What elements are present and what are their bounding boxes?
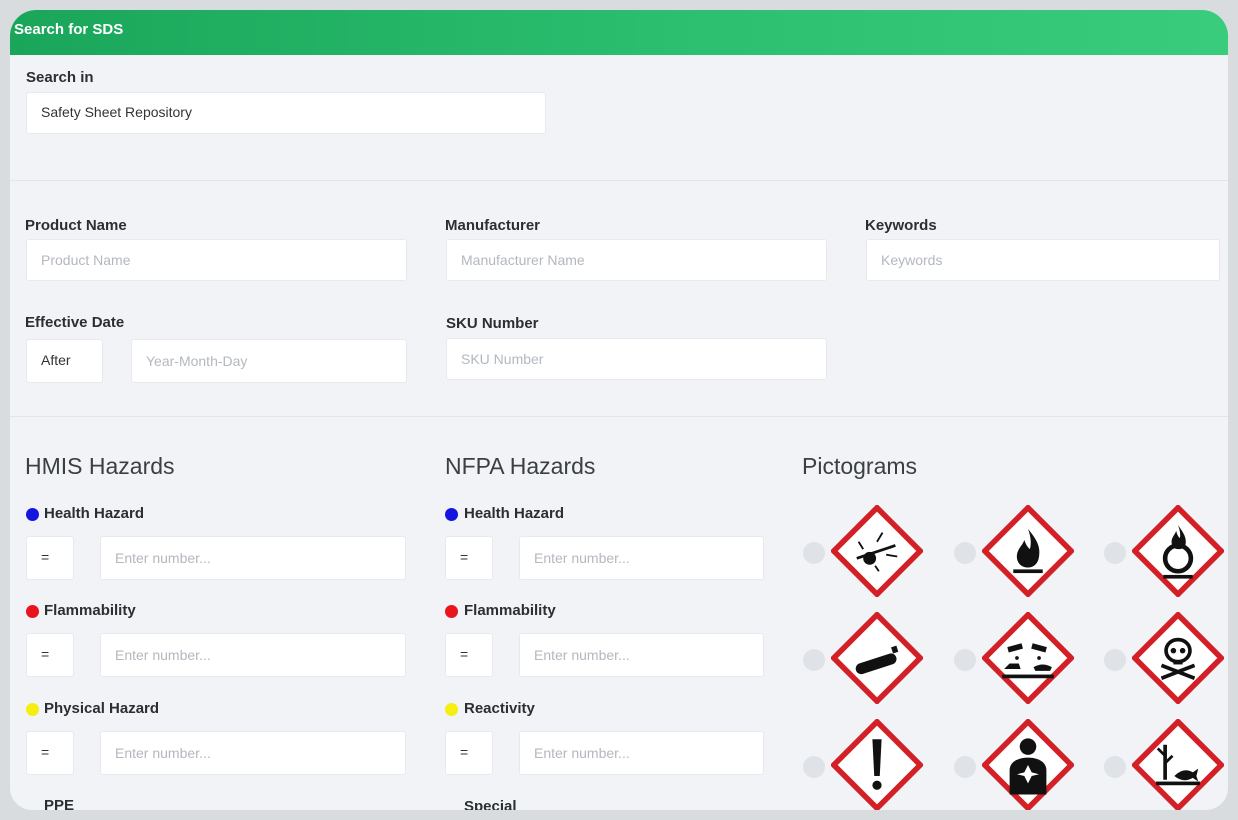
hmis-physical-hazard-label: Physical Hazard: [44, 700, 160, 717]
skull-crossbones-icon[interactable]: [1132, 612, 1224, 704]
hmis-flammability-label: Flammability: [44, 602, 136, 619]
divider: [10, 180, 1228, 181]
hmis-flammability-operator-select[interactable]: =: [26, 633, 74, 677]
keywords-input[interactable]: [866, 239, 1220, 281]
nfpa-flammability-number-input[interactable]: [519, 633, 764, 677]
panel-title: Search for SDS: [14, 21, 124, 38]
nfpa-reactivity-number-input[interactable]: [519, 731, 764, 775]
nfpa-flammability-label: Flammability: [464, 602, 556, 619]
hmis-hazards-title: HMIS Hazards: [25, 453, 175, 479]
pictogram-radio-oxidizer[interactable]: [1104, 542, 1126, 564]
effective-date-label: Effective Date: [25, 314, 125, 331]
operator-value: =: [460, 646, 469, 662]
pictogram-radio-health-hazard[interactable]: [954, 756, 976, 778]
nfpa-reactivity-operator-select[interactable]: =: [445, 731, 493, 775]
exploding-bomb-icon[interactable]: [831, 505, 923, 597]
pictogram-radio-corrosive[interactable]: [954, 649, 976, 671]
sku-number-input[interactable]: [446, 338, 827, 380]
hmis-health-hazard-label: Health Hazard: [44, 505, 145, 522]
effective-date-operator-value: After: [41, 352, 71, 368]
nfpa-health-number-input[interactable]: [519, 536, 764, 580]
search-in-value: Safety Sheet Repository: [41, 104, 192, 120]
operator-value: =: [41, 744, 50, 760]
product-name-label: Product Name: [25, 217, 127, 234]
search-in-select[interactable]: Safety Sheet Repository: [26, 92, 546, 134]
health-hazard-blue-dot: [26, 508, 39, 521]
physical-hazard-yellow-dot: [26, 703, 39, 716]
panel-header: Search for SDS: [10, 10, 1228, 55]
nfpa-hazards-title: NFPA Hazards: [445, 453, 596, 479]
reactivity-yellow-dot: [445, 703, 458, 716]
operator-value: =: [460, 549, 469, 565]
keywords-label: Keywords: [865, 217, 937, 234]
flame-icon[interactable]: [982, 505, 1074, 597]
hmis-physical-number-input[interactable]: [100, 731, 406, 775]
ppe-label: PPE: [44, 797, 75, 810]
operator-value: =: [460, 744, 469, 760]
pictogram-radio-explosive[interactable]: [803, 542, 825, 564]
flammability-red-dot: [26, 605, 39, 618]
nfpa-flammability-operator-select[interactable]: =: [445, 633, 493, 677]
manufacturer-label: Manufacturer: [445, 217, 541, 234]
flammability-red-dot: [445, 605, 458, 618]
gas-cylinder-icon[interactable]: [831, 612, 923, 704]
effective-date-input[interactable]: [131, 339, 407, 383]
operator-value: =: [41, 549, 50, 565]
product-name-input[interactable]: [26, 239, 407, 281]
pictogram-radio-irritant[interactable]: [803, 756, 825, 778]
pictogram-radio-flammable[interactable]: [954, 542, 976, 564]
hmis-health-operator-select[interactable]: =: [26, 536, 74, 580]
search-in-label: Search in: [26, 69, 94, 86]
pictogram-radio-toxic[interactable]: [1104, 649, 1126, 671]
pictogram-radio-gas-cylinder[interactable]: [803, 649, 825, 671]
nfpa-health-operator-select[interactable]: =: [445, 536, 493, 580]
operator-value: =: [41, 646, 50, 662]
sds-search-panel: Search for SDS Search in Safety Sheet Re…: [10, 10, 1228, 810]
health-hazard-blue-dot: [445, 508, 458, 521]
hmis-physical-operator-select[interactable]: =: [26, 731, 74, 775]
flame-over-circle-icon[interactable]: [1132, 505, 1224, 597]
hmis-health-number-input[interactable]: [100, 536, 406, 580]
pictograms-title: Pictograms: [802, 453, 918, 479]
effective-date-operator-select[interactable]: After: [26, 339, 103, 383]
environment-icon[interactable]: [1132, 719, 1224, 810]
manufacturer-input[interactable]: [446, 239, 827, 281]
divider: [10, 416, 1228, 417]
corrosion-icon[interactable]: [982, 612, 1074, 704]
exclamation-mark-icon[interactable]: [831, 719, 923, 810]
nfpa-reactivity-label: Reactivity: [464, 700, 535, 717]
pictogram-radio-environment[interactable]: [1104, 756, 1126, 778]
nfpa-health-hazard-label: Health Hazard: [464, 505, 565, 522]
sku-number-label: SKU Number: [446, 315, 539, 332]
hmis-flammability-number-input[interactable]: [100, 633, 406, 677]
special-label: Special: [464, 798, 517, 810]
health-hazard-icon[interactable]: [982, 719, 1074, 810]
